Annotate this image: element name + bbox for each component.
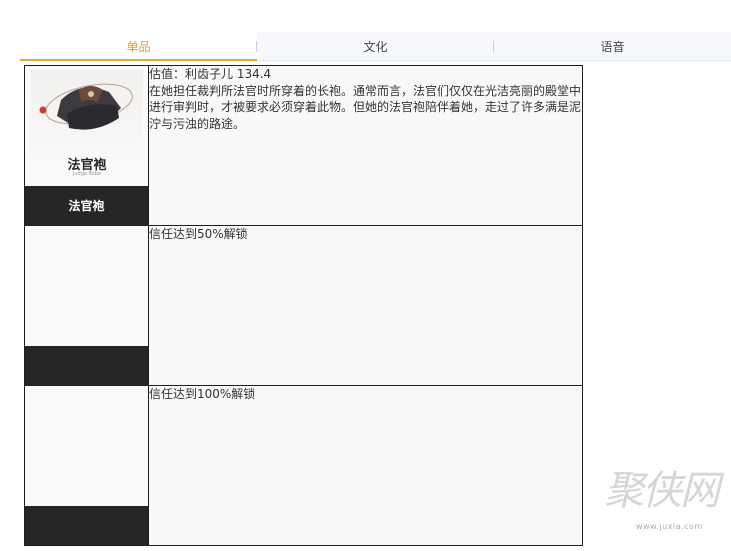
table-row: 信任达到100%解锁 [24, 385, 583, 546]
item-name: 法官袍 [68, 199, 105, 213]
tab-voice-label: 语音 [600, 39, 625, 54]
unlock-text: 信任达到50%解锁 [149, 227, 248, 241]
item-description-cell: 估值：利齿子儿 134.4 在她担任裁判所法官时所穿着的长袍。通常而言，法官们仅… [148, 65, 583, 226]
item-card-image: 法官袍 Judge Robe [31, 70, 143, 182]
item-table: 法官袍 Judge Robe 法官袍 估值：利齿子儿 134.4 在她担任裁判所… [24, 65, 583, 546]
robe-icon [39, 83, 133, 130]
tab-item[interactable]: 单品 [20, 32, 257, 61]
watermark-logo-text: 聚侠网 [604, 468, 720, 514]
table-row: 信任达到50%解锁 [24, 225, 583, 386]
unlock-text-cell: 信任达到100%解锁 [148, 385, 583, 546]
locked-name-bar [25, 506, 148, 545]
unlock-text-cell: 信任达到50%解锁 [148, 225, 583, 386]
tab-voice[interactable]: 语音 [494, 32, 731, 60]
tab-bar: 单品 文化 语音 [20, 32, 731, 61]
locked-name-bar [25, 346, 148, 385]
locked-thumbnail [25, 386, 148, 506]
item-thumbnail-cell: 法官袍 Judge Robe 法官袍 [24, 65, 149, 226]
watermark-url: www.juxia.com [636, 522, 703, 531]
item-card-subtitle: Judge Robe [72, 171, 102, 177]
item-value: 估值：利齿子儿 134.4 [149, 67, 272, 81]
item-description: 在她担任裁判所法官时所穿着的长袍。通常而言，法官们仅仅在光洁亮丽的殿堂中进行审判… [149, 83, 582, 131]
tab-culture-label: 文化 [363, 39, 388, 54]
item-thumbnail: 法官袍 Judge Robe [25, 66, 148, 186]
unlock-text: 信任达到100%解锁 [149, 387, 256, 401]
site-watermark: 聚侠网 www.juxia.com [604, 458, 720, 538]
item-name-bar: 法官袍 [25, 186, 148, 225]
tab-culture[interactable]: 文化 [257, 32, 494, 60]
tab-item-label: 单品 [126, 39, 151, 54]
locked-thumbnail-cell [24, 385, 149, 546]
locked-thumbnail [25, 226, 148, 346]
locked-thumbnail-cell [24, 225, 149, 386]
table-row: 法官袍 Judge Robe 法官袍 估值：利齿子儿 134.4 在她担任裁判所… [24, 65, 583, 226]
